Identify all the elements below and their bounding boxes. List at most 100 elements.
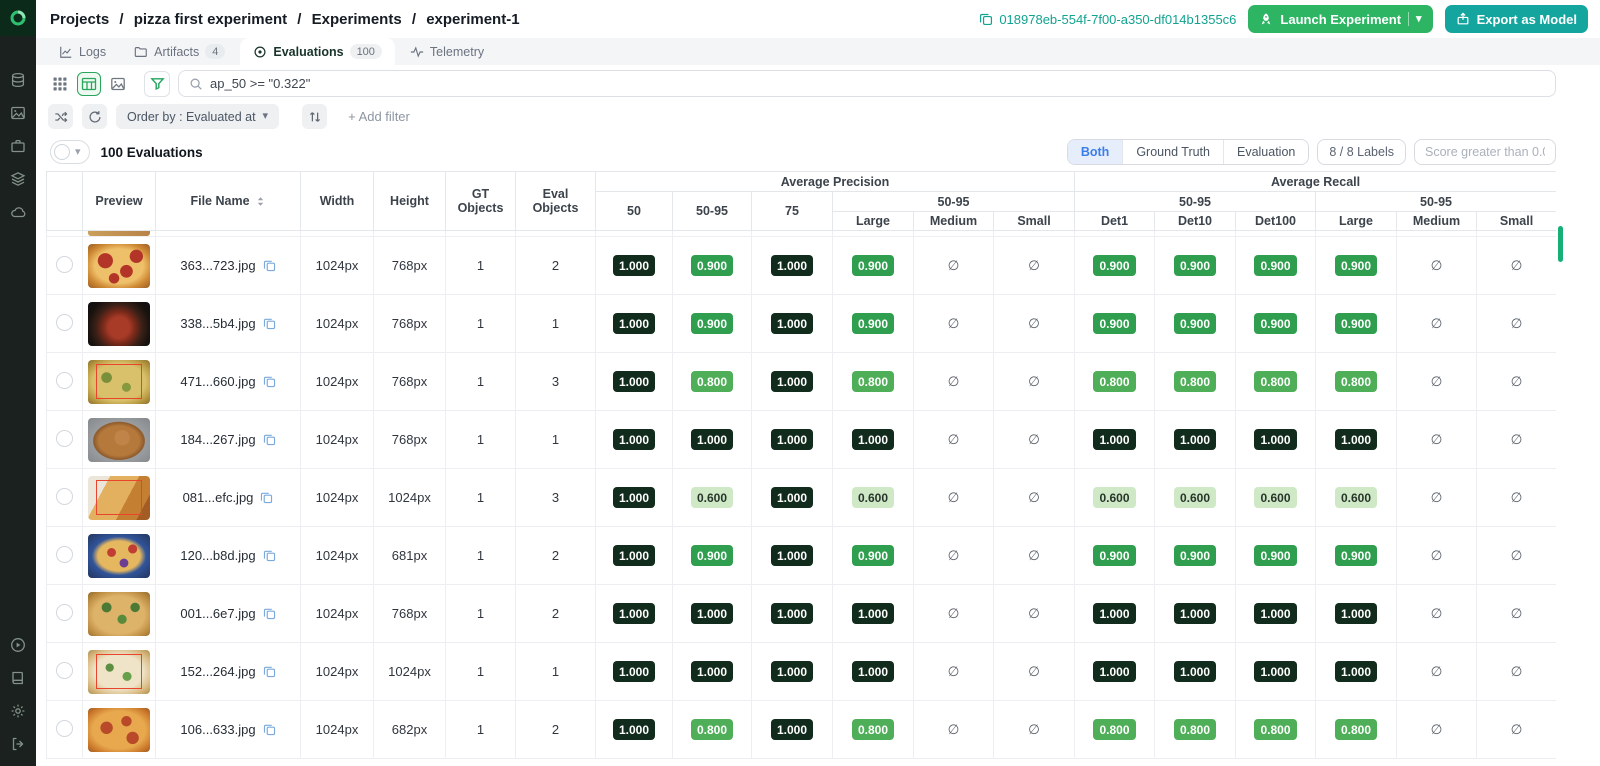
models-icon[interactable] bbox=[10, 171, 26, 187]
table-row[interactable]: 471...660.jpg 1024px 768px 1 3 1.000 0.800 1.00… bbox=[46, 352, 1556, 411]
search-input[interactable] bbox=[210, 76, 1545, 91]
row-checkbox[interactable] bbox=[56, 429, 73, 447]
table-row[interactable]: 081...efc.jpg 1024px 1024px 1 3 1.000 0.600 1.0… bbox=[46, 468, 1556, 527]
segment-both[interactable]: Both bbox=[1067, 140, 1123, 164]
chevron-down-icon[interactable]: ▾ bbox=[1416, 13, 1422, 25]
button-divider bbox=[1408, 12, 1410, 26]
empty-value-icon: ∅ bbox=[1510, 547, 1523, 563]
preview-thumbnail[interactable] bbox=[88, 533, 150, 578]
controls-bar: ▾ 100 Evaluations Both Ground Truth Eval… bbox=[36, 134, 1600, 171]
segment-ground-truth[interactable]: Ground Truth bbox=[1122, 140, 1223, 164]
copy-icon[interactable] bbox=[260, 491, 273, 504]
metric-badge: 1.000 bbox=[690, 603, 734, 624]
tab-evaluations[interactable]: Evaluations 100 bbox=[240, 38, 395, 65]
file-name: 001...6e7.jpg bbox=[180, 606, 256, 621]
launch-experiment-button[interactable]: Launch Experiment ▾ bbox=[1248, 5, 1433, 33]
header-gt-objects: GT Objects bbox=[445, 171, 516, 231]
table-row[interactable]: 152...264.jpg 1024px 1024px 1 1 1.000 1.000 1.0… bbox=[46, 642, 1556, 701]
search-bar[interactable] bbox=[178, 70, 1556, 97]
docs-icon[interactable] bbox=[10, 670, 26, 686]
order-by-dropdown[interactable]: Order by : Evaluated at ▾ bbox=[116, 104, 280, 129]
row-checkbox[interactable] bbox=[56, 661, 73, 679]
refresh-button[interactable] bbox=[82, 104, 107, 129]
labels-filter-button[interactable]: 8 / 8 Labels bbox=[1317, 139, 1406, 165]
add-filter-button[interactable]: + Add filter bbox=[348, 109, 410, 124]
preview-thumbnail[interactable] bbox=[88, 475, 150, 520]
preview-thumbnail[interactable] bbox=[88, 417, 150, 462]
table-row[interactable]: 106...633.jpg 1024px 682px 1 2 1.000 0.800 1.00… bbox=[46, 700, 1556, 759]
table-view-button[interactable] bbox=[77, 71, 101, 96]
gallery-icon[interactable] bbox=[10, 105, 26, 121]
copy-icon[interactable] bbox=[979, 12, 993, 26]
table-row[interactable]: 338...5b4.jpg 1024px 768px 1 1 1.000 0.900 1.00… bbox=[46, 294, 1556, 353]
preview-thumbnail[interactable] bbox=[88, 591, 150, 636]
table-row[interactable]: 001...6e7.jpg 1024px 768px 1 2 1.000 1.000 1.00… bbox=[46, 584, 1556, 643]
experiment-uuid[interactable]: 018978eb-554f-7f00-a350-df014b1355c6 bbox=[979, 12, 1236, 27]
breadcrumb-projects[interactable]: Projects bbox=[50, 11, 109, 28]
tab-artifacts[interactable]: Artifacts 4 bbox=[121, 38, 238, 65]
empty-value-icon: ∅ bbox=[1028, 431, 1040, 447]
logout-icon[interactable] bbox=[10, 736, 26, 752]
row-checkbox[interactable] bbox=[56, 255, 73, 273]
file-name: 363...723.jpg bbox=[180, 258, 256, 273]
app-logo[interactable] bbox=[0, 0, 36, 36]
preview-thumbnail[interactable] bbox=[88, 649, 150, 694]
header-ap75: 75 bbox=[751, 191, 833, 231]
vertical-scrollbar-thumb[interactable] bbox=[1558, 226, 1563, 262]
breadcrumb-project-name[interactable]: pizza first experiment bbox=[134, 11, 287, 28]
copy-icon[interactable] bbox=[263, 665, 276, 678]
header-ap5095: 50-95 bbox=[672, 191, 752, 231]
copy-icon[interactable] bbox=[263, 317, 276, 330]
empty-value-icon: ∅ bbox=[947, 431, 960, 447]
playground-icon[interactable] bbox=[10, 637, 26, 653]
select-all-checkbox[interactable] bbox=[54, 144, 70, 160]
preview-thumbnail[interactable] bbox=[88, 243, 150, 288]
preview-thumbnail[interactable] bbox=[88, 359, 150, 404]
metric-badge: 0.800 bbox=[1334, 719, 1378, 740]
score-filter-input[interactable] bbox=[1414, 139, 1556, 165]
tab-telemetry[interactable]: Telemetry bbox=[397, 38, 497, 65]
select-all-control[interactable]: ▾ bbox=[50, 140, 90, 164]
export-as-model-button[interactable]: Export as Model bbox=[1444, 5, 1588, 33]
row-checkbox[interactable] bbox=[56, 719, 73, 737]
copy-icon[interactable] bbox=[263, 549, 276, 562]
column-sort-icon[interactable] bbox=[255, 196, 266, 207]
tab-logs[interactable]: Logs bbox=[46, 38, 119, 65]
row-checkbox[interactable] bbox=[56, 545, 73, 563]
filter-button[interactable] bbox=[144, 70, 170, 97]
segment-evaluation[interactable]: Evaluation bbox=[1222, 140, 1309, 164]
image-view-button[interactable] bbox=[106, 72, 130, 96]
projects-icon[interactable] bbox=[10, 138, 26, 154]
settings-gear-icon[interactable] bbox=[10, 703, 26, 719]
preview-thumbnail[interactable] bbox=[88, 707, 150, 752]
preview-thumbnail[interactable] bbox=[88, 231, 150, 236]
empty-value-icon: ∅ bbox=[1430, 315, 1443, 331]
metric-badge: 1.000 bbox=[612, 255, 656, 276]
copy-icon[interactable] bbox=[263, 607, 276, 620]
sidebar bbox=[0, 0, 36, 766]
empty-value-icon: ∅ bbox=[1430, 547, 1443, 563]
row-checkbox[interactable] bbox=[56, 313, 73, 331]
grid-view-button[interactable] bbox=[48, 72, 72, 96]
shuffle-button[interactable] bbox=[48, 104, 73, 129]
copy-icon[interactable] bbox=[263, 433, 276, 446]
empty-value-icon: ∅ bbox=[1510, 257, 1523, 273]
table-row[interactable]: 184...267.jpg 1024px 768px 1 1 1.000 1.000 1.00… bbox=[46, 410, 1556, 469]
datasets-icon[interactable] bbox=[10, 72, 26, 88]
row-checkbox[interactable] bbox=[56, 487, 73, 505]
breadcrumb-experiment-name[interactable]: experiment-1 bbox=[426, 11, 519, 28]
preview-thumbnail[interactable] bbox=[88, 301, 150, 346]
breadcrumb-experiments[interactable]: Experiments bbox=[312, 11, 402, 28]
copy-icon[interactable] bbox=[263, 259, 276, 272]
copy-icon[interactable] bbox=[263, 723, 276, 736]
copy-icon[interactable] bbox=[263, 375, 276, 388]
sort-direction-button[interactable] bbox=[302, 104, 328, 129]
header-file-name[interactable]: File Name bbox=[155, 171, 301, 231]
deployments-icon[interactable] bbox=[10, 204, 26, 220]
empty-value-icon: ∅ bbox=[1028, 257, 1040, 273]
table-row[interactable]: 120...b8d.jpg 1024px 681px 1 2 1.000 0.900 1.00… bbox=[46, 526, 1556, 585]
row-checkbox[interactable] bbox=[56, 603, 73, 621]
table-row[interactable]: 363...723.jpg 1024px 768px 1 2 1.000 0.900 1.00… bbox=[46, 236, 1556, 295]
eval-objects-count: 3 bbox=[551, 490, 560, 505]
row-checkbox[interactable] bbox=[56, 371, 73, 389]
